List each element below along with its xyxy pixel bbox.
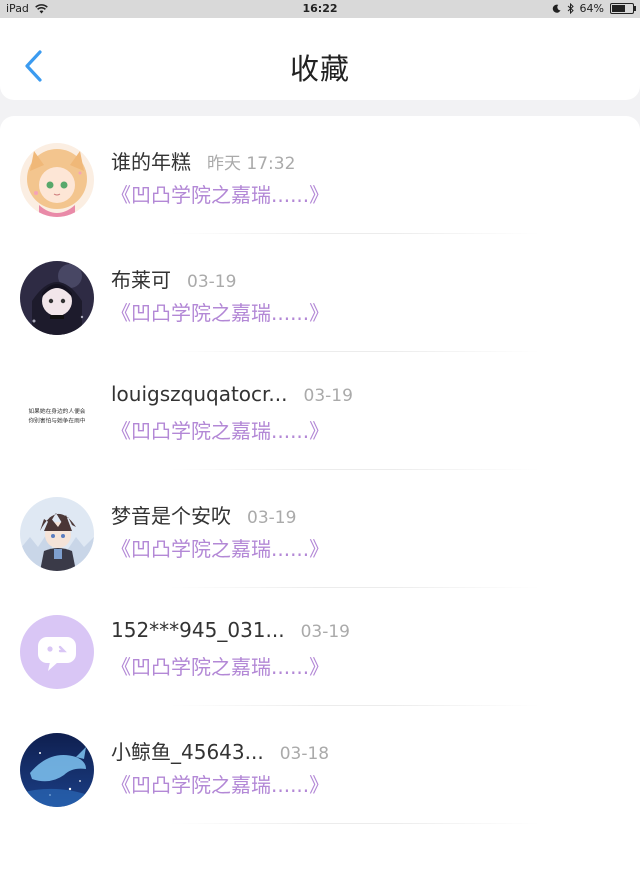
item-name: 布莱可 03-19 xyxy=(111,264,236,293)
item-time: 昨天 17:32 xyxy=(207,154,296,174)
anime-girl-avatar-icon xyxy=(20,143,94,217)
item-time: 03-19 xyxy=(247,508,297,528)
calligraphy-line-2: 你别害怕与她争在雨中 xyxy=(28,417,86,425)
moon-icon xyxy=(552,4,561,13)
battery-percent: 64% xyxy=(579,2,604,15)
item-time: 03-19 xyxy=(303,386,353,406)
list-item[interactable]: 如果她在身边的人便会 你别害怕与她争在雨中 louigszquqatocr...… xyxy=(0,352,640,470)
user-name: 布莱可 xyxy=(111,268,171,292)
status-bar: iPad 16:22 64% xyxy=(0,0,640,18)
item-time: 03-19 xyxy=(300,622,350,642)
status-time: 16:22 xyxy=(302,2,338,15)
nav-bar: 收藏 xyxy=(0,18,640,100)
item-name: 梦音是个安吹 03-19 xyxy=(111,500,296,529)
item-link[interactable]: 《凹凸学院之嘉瑞......》 xyxy=(111,533,329,562)
calligraphy-line-1: 如果她在身边的人便会 xyxy=(28,408,86,416)
item-name: 小鲸鱼_45643... 03-18 xyxy=(111,736,329,765)
item-link[interactable]: 《凹凸学院之嘉瑞......》 xyxy=(111,179,329,208)
user-name: 小鲸鱼_45643... xyxy=(111,740,264,764)
user-name: 梦音是个安吹 xyxy=(111,504,231,528)
item-name: louigszquqatocr... 03-19 xyxy=(111,382,353,406)
status-right: 64% xyxy=(552,2,636,15)
item-link[interactable]: 《凹凸学院之嘉瑞......》 xyxy=(111,415,329,444)
list-item[interactable]: 梦音是个安吹 03-19 《凹凸学院之嘉瑞......》 xyxy=(0,470,640,588)
user-name: 152***945_031... xyxy=(111,618,285,642)
list-item[interactable]: 小鲸鱼_45643... 03-18 《凹凸学院之嘉瑞......》 xyxy=(0,706,640,824)
avatar[interactable]: 如果她在身边的人便会 你别害怕与她争在雨中 xyxy=(20,379,94,453)
user-name: 谁的年糕 xyxy=(111,150,191,174)
item-name: 152***945_031... 03-19 xyxy=(111,618,350,642)
item-link[interactable]: 《凹凸学院之嘉瑞......》 xyxy=(111,297,329,326)
winter-character-avatar-icon xyxy=(20,497,94,571)
bluetooth-icon xyxy=(567,3,574,14)
list-item[interactable]: 152***945_031... 03-19 《凹凸学院之嘉瑞......》 xyxy=(0,588,640,706)
user-name: louigszquqatocr... xyxy=(111,382,288,406)
whale-avatar-icon xyxy=(20,733,94,807)
item-name: 谁的年糕 昨天 17:32 xyxy=(111,146,295,175)
calligraphy-avatar: 如果她在身边的人便会 你别害怕与她争在雨中 xyxy=(22,408,92,427)
list-item[interactable]: 布莱可 03-19 《凹凸学院之嘉瑞......》 xyxy=(0,234,640,352)
item-time: 03-18 xyxy=(279,744,330,764)
battery-icon xyxy=(610,3,636,14)
chat-bubble-icon xyxy=(38,637,76,671)
avatar[interactable] xyxy=(20,497,94,571)
page-title: 收藏 xyxy=(289,52,350,86)
avatar[interactable] xyxy=(20,143,94,217)
avatar[interactable] xyxy=(20,733,94,807)
item-link[interactable]: 《凹凸学院之嘉瑞......》 xyxy=(111,769,329,798)
avatar[interactable] xyxy=(20,261,94,335)
item-time: 03-19 xyxy=(187,272,237,292)
dark-character-avatar-icon xyxy=(20,261,94,335)
divider xyxy=(170,823,540,824)
item-link[interactable]: 《凹凸学院之嘉瑞......》 xyxy=(111,651,329,680)
favorites-list: 谁的年糕 昨天 17:32 《凹凸学院之嘉瑞......》 布莱可 03-19 《凹… xyxy=(0,116,640,876)
avatar[interactable] xyxy=(20,615,94,689)
list-item[interactable]: 谁的年糕 昨天 17:32 《凹凸学院之嘉瑞......》 xyxy=(0,116,640,234)
